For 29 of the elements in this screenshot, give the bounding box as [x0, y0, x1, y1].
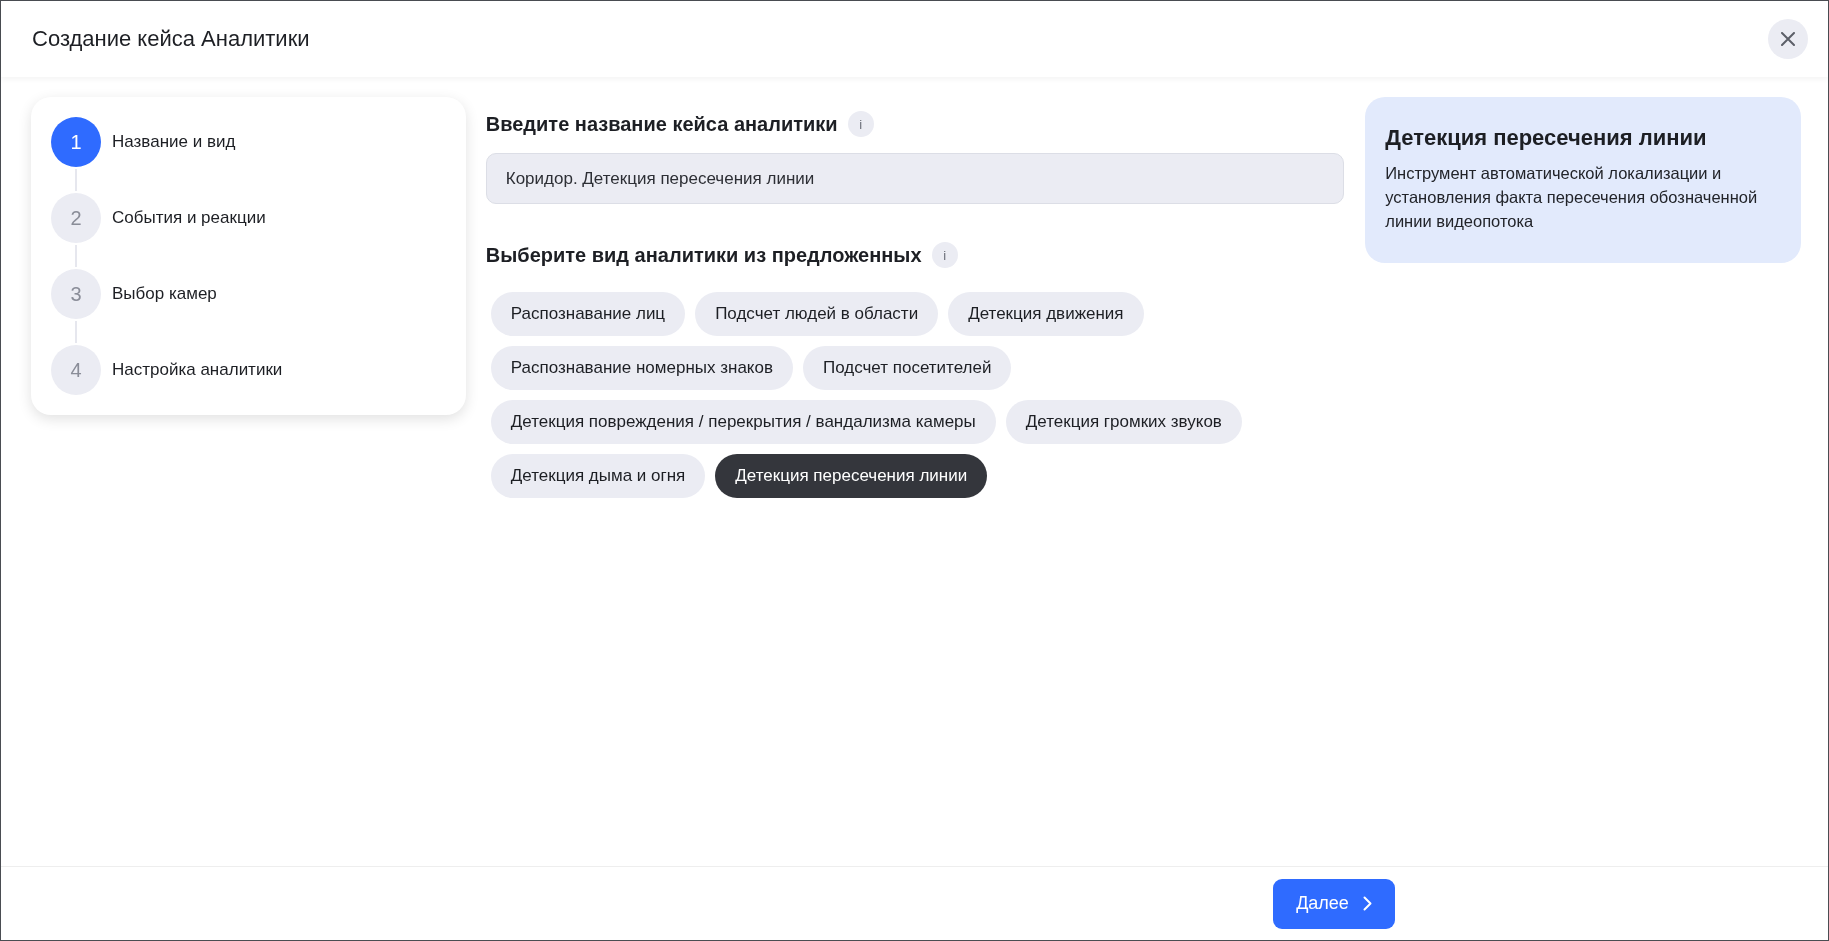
analytics-type-chip[interactable]: Детекция пересечения линии: [715, 454, 988, 498]
analytics-type-chip[interactable]: Детекция громких звуков: [1005, 400, 1242, 444]
window-title: Создание кейса Аналитики: [32, 26, 310, 52]
info-card-description: Инструмент автоматической локализации и установления факта пересечения обозначенной линии видеопотока: [1385, 163, 1759, 232]
analytics-type-chip[interactable]: Подсчет посетителей: [803, 346, 1012, 390]
step-number: 4: [51, 345, 101, 395]
step-label[interactable]: Название и вид: [112, 132, 236, 152]
step-label[interactable]: Настройка аналитики: [112, 360, 283, 380]
step-label[interactable]: Выбор камер: [112, 284, 217, 304]
step-number: 2: [51, 193, 101, 243]
analytics-type-chip[interactable]: Распознавание лиц: [490, 292, 686, 336]
analytics-type-chip[interactable]: Детекция дыма и огня: [490, 454, 706, 498]
close-icon: [1781, 32, 1795, 46]
info-icon[interactable]: i: [847, 111, 874, 137]
close-button[interactable]: [1768, 19, 1808, 59]
analytics-type-chip[interactable]: Детекция повреждения / перекрытия / вандализма камеры: [490, 400, 996, 444]
analytics-type-chip[interactable]: Распознавание номерных знаков: [490, 346, 793, 390]
info-card-title: Детекция пересечения линии: [1385, 125, 1708, 151]
info-icon[interactable]: i: [931, 242, 958, 268]
step-label[interactable]: События и реакции: [112, 208, 266, 228]
analytics-type-chip[interactable]: Детекция движения: [948, 292, 1144, 336]
section-heading: Введите название кейса аналитики: [485, 112, 838, 136]
analytics-type-chip[interactable]: Подсчет людей в области: [695, 292, 939, 336]
next-button[interactable]: Далее: [1273, 878, 1395, 929]
step-number: 3: [51, 269, 101, 319]
section-heading: Выберите вид аналитики из предложенных: [485, 243, 922, 267]
name-input-field[interactable]: Коридор. Детекция пересечения линии: [485, 153, 1344, 204]
step-number: 1: [51, 117, 101, 167]
chevron-right-icon: [1362, 896, 1372, 911]
